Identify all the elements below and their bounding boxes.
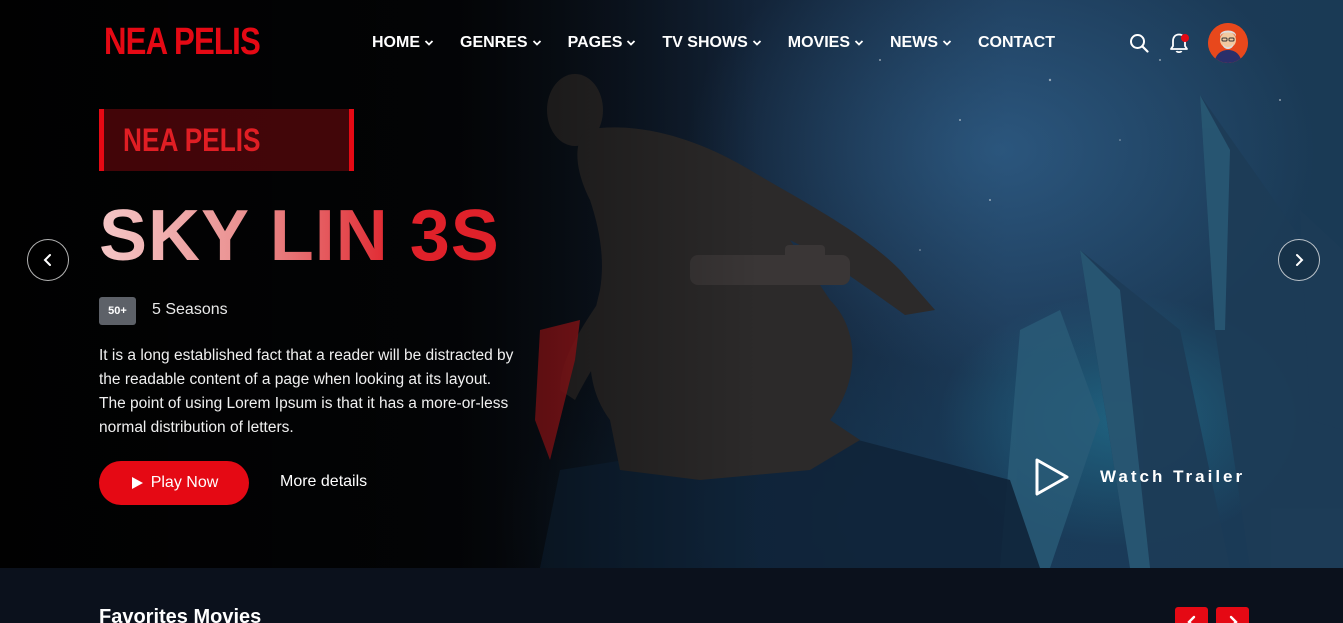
nav-item-label: PAGES bbox=[567, 34, 623, 51]
play-icon bbox=[131, 477, 143, 489]
hero-badge: NEA PELIS bbox=[99, 109, 354, 171]
nav-item-pages[interactable]: PAGES bbox=[568, 32, 637, 54]
notification-dot bbox=[1181, 34, 1189, 42]
chevron-down-icon bbox=[942, 40, 952, 46]
section-title: Favorites Movies bbox=[99, 606, 262, 623]
nav-item-label: TV SHOWS bbox=[662, 34, 748, 51]
user-avatar-icon bbox=[1208, 23, 1248, 63]
hero-prev-button[interactable] bbox=[27, 239, 69, 281]
nav-item-home[interactable]: HOME bbox=[372, 32, 434, 54]
play-outline-icon bbox=[1035, 458, 1069, 496]
chevron-down-icon bbox=[627, 40, 636, 46]
favorites-next-button[interactable] bbox=[1216, 607, 1249, 623]
chevron-right-icon bbox=[1296, 254, 1304, 266]
avatar[interactable] bbox=[1208, 23, 1248, 63]
nav-item-contact[interactable]: CONTACT bbox=[978, 32, 1055, 54]
nav-item-tv-shows[interactable]: TV SHOWS bbox=[662, 32, 761, 54]
chevron-down-icon bbox=[424, 40, 434, 46]
nav-item-label: NEWS bbox=[889, 34, 938, 51]
hero-badge-label: NEA PELIS bbox=[123, 122, 261, 158]
play-now-label: Play Now bbox=[150, 474, 219, 491]
watch-trailer-button[interactable]: Watch Trailer bbox=[1034, 457, 1245, 497]
nav-item-news[interactable]: NEWS bbox=[890, 32, 952, 54]
chevron-left-icon bbox=[1186, 615, 1195, 623]
chevron-down-icon bbox=[532, 40, 541, 46]
search-icon[interactable] bbox=[1129, 33, 1149, 53]
nav-item-label: HOME bbox=[372, 34, 420, 51]
main-nav: HOME GENRES PAGES TV SHOWS MOVIES NEWS C… bbox=[372, 32, 1055, 54]
more-details-link[interactable]: More details bbox=[280, 473, 367, 491]
seasons-count: 5 Seasons bbox=[152, 301, 228, 318]
play-now-button[interactable]: Play Now bbox=[99, 461, 249, 505]
watch-trailer-label: Watch Trailer bbox=[1100, 467, 1246, 486]
favorites-prev-button[interactable] bbox=[1175, 607, 1208, 623]
site-logo[interactable]: NEA PELIS bbox=[104, 20, 261, 64]
chevron-left-icon bbox=[43, 254, 51, 266]
nav-item-label: MOVIES bbox=[787, 34, 850, 51]
chevron-down-icon bbox=[752, 40, 761, 46]
age-rating-badge: 50+ bbox=[99, 297, 136, 325]
chevron-right-icon bbox=[1229, 615, 1238, 623]
nav-item-genres[interactable]: GENRES bbox=[460, 32, 542, 54]
nav-item-label: GENRES bbox=[460, 34, 528, 51]
hero-title: SKY LIN 3S bbox=[99, 196, 500, 276]
nav-item-movies[interactable]: MOVIES bbox=[788, 32, 864, 54]
hero-next-button[interactable] bbox=[1278, 239, 1320, 281]
chevron-down-icon bbox=[854, 40, 864, 46]
nav-item-label: CONTACT bbox=[977, 34, 1056, 51]
hero-description: It is a long established fact that a rea… bbox=[99, 347, 514, 436]
